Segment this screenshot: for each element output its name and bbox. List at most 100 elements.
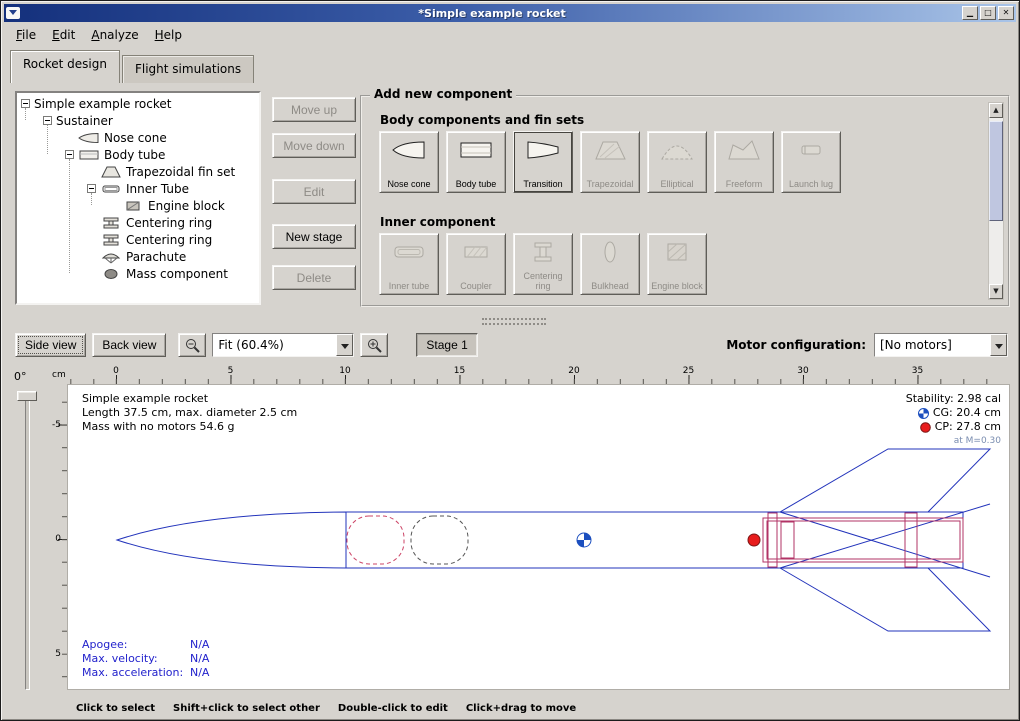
tree-item-mass-component[interactable]: Mass component: [17, 265, 259, 282]
new-stage-button[interactable]: New stage: [272, 224, 356, 249]
body-tube-icon: [78, 148, 100, 162]
add-trapezoidal-fin-button[interactable]: Trapezoidal: [580, 131, 640, 193]
body-component-buttons: Nose cone Body tube Transition Trapezoid…: [379, 131, 841, 193]
fin-set-icon: [100, 165, 122, 179]
centering-ring-icon: [100, 233, 122, 247]
collapse-icon[interactable]: [43, 116, 52, 125]
tree-item-sustainer[interactable]: Sustainer: [17, 112, 259, 129]
rotation-value: 0°: [14, 370, 27, 383]
collapse-icon[interactable]: [65, 150, 74, 159]
nose-cone-icon: [391, 137, 427, 163]
rotation-slider-track[interactable]: [25, 394, 30, 690]
zoom-select[interactable]: Fit (60.4%): [212, 333, 354, 357]
panel-title: Add new component: [370, 87, 516, 101]
inner-component-label: Inner component: [380, 215, 495, 229]
chevron-down-icon[interactable]: [990, 334, 1007, 356]
rocket-view-area: 0° cm 0 5 10 15 20 25 30 35 -5 0 5: [4, 364, 1016, 700]
move-up-button[interactable]: Move up: [272, 97, 356, 122]
splitter: [4, 316, 1016, 326]
tab-flight-simulations[interactable]: Flight simulations: [122, 55, 254, 83]
side-view-button[interactable]: Side view: [15, 333, 86, 357]
far-fin-projection: [780, 512, 990, 577]
add-centering-ring-button[interactable]: Centering ring: [513, 233, 573, 295]
menu-help[interactable]: Help: [147, 24, 190, 46]
menu-edit[interactable]: Edit: [44, 24, 83, 46]
tree-item-rocket[interactable]: Simple example rocket: [17, 95, 259, 112]
scroll-down-arrow[interactable]: ▼: [989, 284, 1003, 299]
menu-file[interactable]: File: [8, 24, 44, 46]
scrollbar-thumb[interactable]: [989, 121, 1003, 221]
tab-rocket-design[interactable]: Rocket design: [10, 50, 120, 83]
cg-value: CG: 20.4 cm: [933, 406, 1001, 420]
add-elliptical-fin-button[interactable]: Elliptical: [647, 131, 707, 193]
hint-click-drag: Click+drag to move: [466, 703, 576, 714]
tree-item-centering-ring-1[interactable]: Centering ring: [17, 214, 259, 231]
tree-item-engine-block[interactable]: Engine block: [17, 197, 259, 214]
app-icon[interactable]: [6, 7, 20, 19]
back-view-button[interactable]: Back view: [92, 333, 166, 357]
add-inner-tube-button[interactable]: Inner tube: [379, 233, 439, 295]
hint-click-select: Click to select: [76, 703, 155, 714]
magnifier-plus-icon: [367, 338, 382, 353]
component-tree: Simple example rocket Sustainer Nose con…: [15, 91, 261, 305]
flight-data: Apogee:N/A Max. velocity:N/A Max. accele…: [82, 638, 209, 680]
freeform-fin-icon: [726, 137, 762, 163]
tree-item-inner-tube[interactable]: Inner Tube: [17, 180, 259, 197]
nose-cone-outline: [117, 512, 346, 568]
cp-value: CP: 27.8 cm: [935, 420, 1001, 434]
body-components-label: Body components and fin sets: [380, 113, 584, 127]
cp-icon: [920, 422, 931, 433]
tree-item-body-tube[interactable]: Body tube: [17, 146, 259, 163]
horizontal-ruler: 0 5 10 15 20 25 30 35: [67, 366, 1010, 384]
move-down-button[interactable]: Move down: [272, 133, 356, 158]
tree-item-centering-ring-2[interactable]: Centering ring: [17, 231, 259, 248]
maximize-button[interactable]: □: [980, 6, 996, 20]
collapse-icon[interactable]: [21, 99, 30, 108]
minimize-button[interactable]: ▁: [962, 6, 978, 20]
window-title: *Simple example rocket: [24, 5, 960, 22]
add-freeform-fin-button[interactable]: Freeform: [714, 131, 774, 193]
edit-button[interactable]: Edit: [272, 179, 356, 204]
add-coupler-button[interactable]: Coupler: [446, 233, 506, 295]
tree-item-nose-cone[interactable]: Nose cone: [17, 129, 259, 146]
cg-icon: [918, 408, 929, 419]
add-engine-block-button[interactable]: Engine block: [647, 233, 707, 295]
tree-item-fin-set[interactable]: Trapezoidal fin set: [17, 163, 259, 180]
acceleration-value: N/A: [190, 666, 209, 680]
close-button[interactable]: ✕: [998, 6, 1014, 20]
chevron-down-icon[interactable]: [336, 334, 353, 356]
trapezoidal-fin-icon: [592, 137, 628, 163]
hint-shift-click: Shift+click to select other: [173, 703, 320, 714]
menubar: File Edit Analyze Help: [4, 22, 1016, 48]
add-bulkhead-button[interactable]: Bulkhead: [580, 233, 640, 295]
centering-ring-icon: [525, 239, 561, 265]
splitter-grip[interactable]: [482, 318, 546, 325]
zoom-value: Fit (60.4%): [213, 334, 336, 356]
parachute-icon: [100, 250, 122, 264]
scroll-up-arrow[interactable]: ▲: [989, 103, 1003, 118]
delete-button[interactable]: Delete: [272, 265, 356, 290]
design-panel: Simple example rocket Sustainer Nose con…: [4, 83, 1016, 316]
rotation-slider-handle[interactable]: [17, 391, 37, 401]
cg-marker: [577, 533, 591, 547]
bulkhead-icon: [592, 239, 628, 265]
collapse-icon[interactable]: [87, 184, 96, 193]
component-panel-scrollbar[interactable]: ▲ ▼: [988, 102, 1004, 300]
view-toolbar: Side view Back view Fit (60.4%) Stage 1 …: [4, 326, 1016, 364]
stage-1-toggle[interactable]: Stage 1: [416, 333, 477, 357]
tree-item-parachute[interactable]: Parachute: [17, 248, 259, 265]
menu-analyze[interactable]: Analyze: [83, 24, 146, 46]
add-transition-button[interactable]: Transition: [513, 131, 573, 193]
transition-icon: [525, 137, 561, 163]
zoom-out-button[interactable]: [178, 333, 206, 357]
upper-fin-outline: [780, 449, 990, 512]
add-nose-cone-button[interactable]: Nose cone: [379, 131, 439, 193]
statusbar: Click to select Shift+click to select ot…: [4, 700, 1016, 717]
add-launch-lug-button[interactable]: Launch lug: [781, 131, 841, 193]
add-body-tube-button[interactable]: Body tube: [446, 131, 506, 193]
motor-configuration-select[interactable]: [No motors]: [874, 333, 1008, 357]
rocket-info: Simple example rocket Length 37.5 cm, ma…: [82, 392, 297, 434]
rocket-canvas[interactable]: Simple example rocket Length 37.5 cm, ma…: [67, 384, 1010, 690]
motor-configuration-label: Motor configuration:: [726, 338, 874, 352]
zoom-in-button[interactable]: [360, 333, 388, 357]
